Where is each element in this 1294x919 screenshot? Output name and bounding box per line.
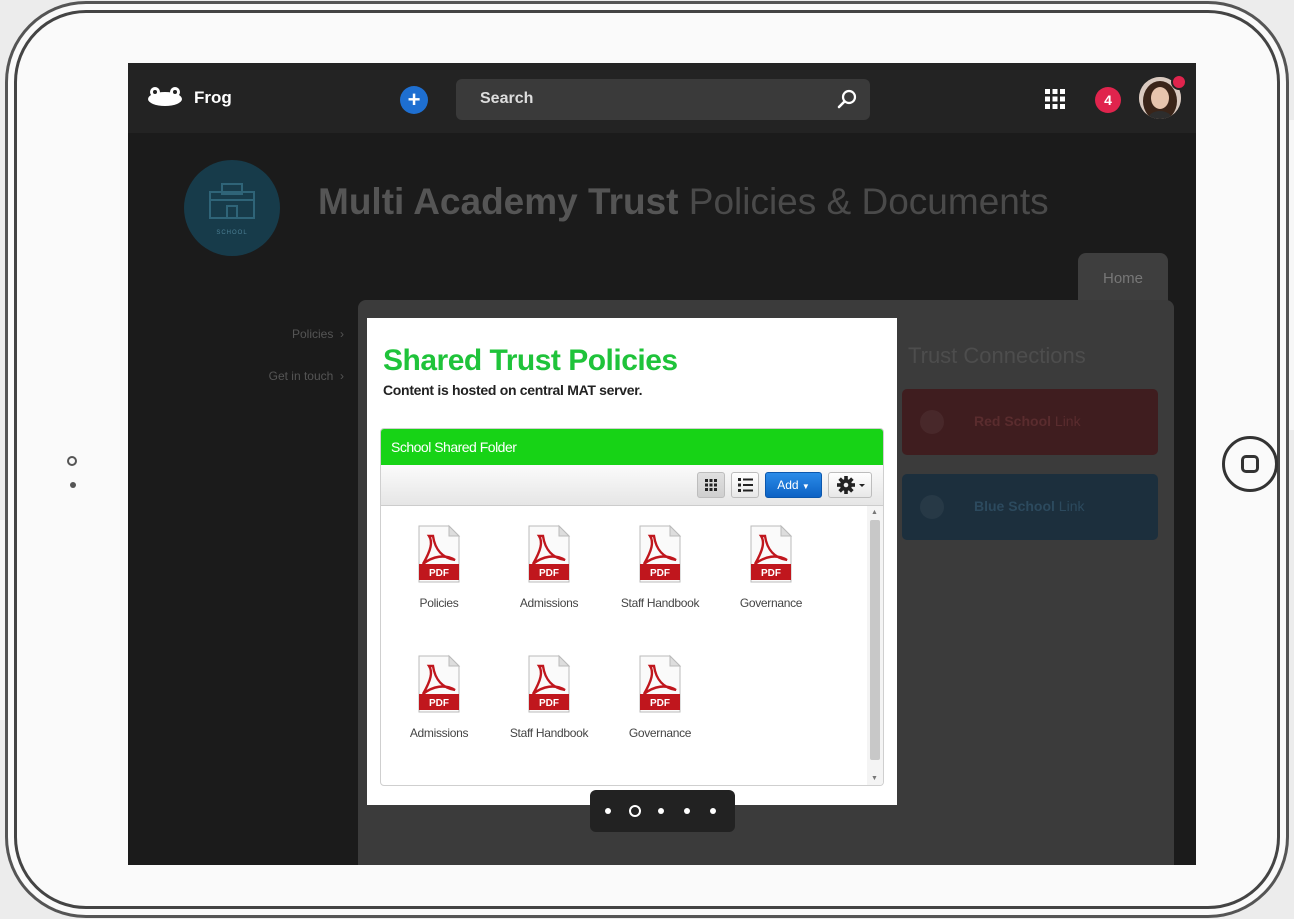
pdf-file-icon: PDF — [528, 654, 571, 713]
avatar-notification-dot — [1171, 74, 1187, 90]
file-label: Staff Handbook — [509, 726, 589, 740]
camera-icon — [67, 456, 77, 466]
card-title: Shared Trust Policies — [383, 344, 678, 377]
pdf-file-icon: PDF — [528, 524, 571, 583]
school-logo-label: SCHOOL — [216, 230, 248, 236]
search-icon[interactable] — [836, 88, 858, 110]
red-school-bold: Red School — [974, 413, 1052, 429]
svg-text:PDF: PDF — [429, 568, 449, 579]
add-button[interactable]: Add ▼ — [765, 472, 822, 498]
school-icon — [920, 495, 944, 519]
svg-text:PDF: PDF — [761, 568, 781, 579]
shared-folder-widget: School Shared Folder Add ▼ PDF Policies … — [380, 428, 884, 786]
add-label: Add — [777, 478, 799, 492]
scroll-thumb[interactable] — [870, 520, 880, 760]
card-subtitle: Content is hosted on central MAT server. — [383, 382, 643, 398]
screen: Frog + Search 4 SCHOOL Multi Academy Tru… — [128, 63, 1196, 865]
brand-name[interactable]: Frog — [194, 88, 232, 108]
svg-text:PDF: PDF — [539, 568, 559, 579]
notification-badge[interactable]: 4 — [1095, 87, 1121, 113]
pager-dot[interactable] — [710, 808, 716, 814]
apps-grid-icon[interactable] — [1045, 89, 1065, 109]
pdf-file-icon: PDF — [639, 654, 682, 713]
page-title: Multi Academy Trust Policies & Documents — [318, 181, 1049, 223]
svg-text:PDF: PDF — [539, 698, 559, 709]
grid-view-button[interactable] — [697, 472, 725, 498]
list-view-button[interactable] — [731, 472, 759, 498]
side-nav-item-get-in-touch[interactable]: Get in touch › — [269, 369, 344, 383]
plus-icon[interactable]: + — [400, 86, 428, 114]
svg-text:PDF: PDF — [650, 698, 670, 709]
tablet-home-button[interactable] — [1222, 436, 1278, 492]
file-label: Admissions — [519, 596, 579, 610]
pdf-file-icon: PDF — [750, 524, 793, 583]
carousel-pager — [590, 790, 735, 832]
file-item[interactable]: PDF Admissions — [504, 524, 594, 611]
scrollbar[interactable]: ▲ ▼ — [867, 506, 883, 785]
side-nav-item-policies[interactable]: Policies › — [269, 327, 344, 341]
connections-title: Trust Connections — [908, 343, 1086, 368]
search-placeholder: Search — [480, 90, 534, 107]
caret-down-icon: ▼ — [801, 482, 810, 491]
file-item[interactable]: PDF Staff Handbook — [504, 654, 594, 741]
file-item[interactable]: PDF Governance — [615, 654, 705, 741]
top-bar: Frog + Search 4 — [128, 63, 1196, 133]
red-school-rest: Link — [1051, 413, 1081, 429]
pager-dot[interactable] — [658, 808, 664, 814]
sensor-dot — [70, 482, 76, 488]
pager-dot[interactable] — [605, 808, 611, 814]
search-input[interactable]: Search — [456, 79, 870, 120]
pdf-file-icon: PDF — [639, 524, 682, 583]
file-item[interactable]: PDF Policies — [394, 524, 484, 611]
gear-icon — [837, 476, 865, 494]
files-grid: PDF Policies PDF Admissions PDF Staff Handboo… — [381, 506, 865, 785]
scroll-down-icon[interactable]: ▼ — [871, 775, 878, 782]
school-building-icon — [209, 183, 255, 219]
grid-view-icon — [705, 479, 717, 491]
file-item[interactable]: PDF Staff Handbook — [615, 524, 705, 611]
scroll-up-icon[interactable]: ▲ — [871, 509, 878, 516]
tab-home[interactable]: Home — [1078, 253, 1168, 303]
list-view-icon — [738, 478, 753, 492]
folder-toolbar: Add ▼ — [381, 465, 883, 506]
school-icon — [920, 410, 944, 434]
pager-dot[interactable] — [629, 805, 641, 817]
shared-policies-card: Shared Trust Policies Content is hosted … — [367, 318, 897, 805]
red-school-link[interactable]: Red School Link — [902, 389, 1158, 455]
folder-title: School Shared Folder — [381, 429, 883, 465]
settings-button[interactable] — [828, 472, 872, 498]
pdf-file-icon: PDF — [418, 654, 461, 713]
file-label: Admissions — [409, 726, 469, 740]
svg-text:PDF: PDF — [650, 568, 670, 579]
file-label: Policies — [419, 596, 459, 610]
frog-icon[interactable] — [146, 87, 184, 107]
file-label: Governance — [628, 726, 692, 740]
school-logo: SCHOOL — [184, 160, 280, 256]
side-nav: Policies › Get in touch › — [269, 327, 344, 411]
blue-school-link[interactable]: Blue School Link — [902, 474, 1158, 540]
page-title-bold: Multi Academy Trust — [318, 181, 679, 222]
pdf-file-icon: PDF — [418, 524, 461, 583]
blue-school-rest: Link — [1054, 498, 1085, 514]
file-item[interactable]: PDF Admissions — [394, 654, 484, 741]
file-label: Governance — [739, 596, 803, 610]
blue-school-bold: Blue School — [974, 498, 1055, 514]
svg-text:PDF: PDF — [429, 698, 449, 709]
pager-dot[interactable] — [684, 808, 690, 814]
file-item[interactable]: PDF Governance — [726, 524, 816, 611]
page-title-rest: Policies & Documents — [678, 181, 1049, 222]
file-label: Staff Handbook — [620, 596, 700, 610]
